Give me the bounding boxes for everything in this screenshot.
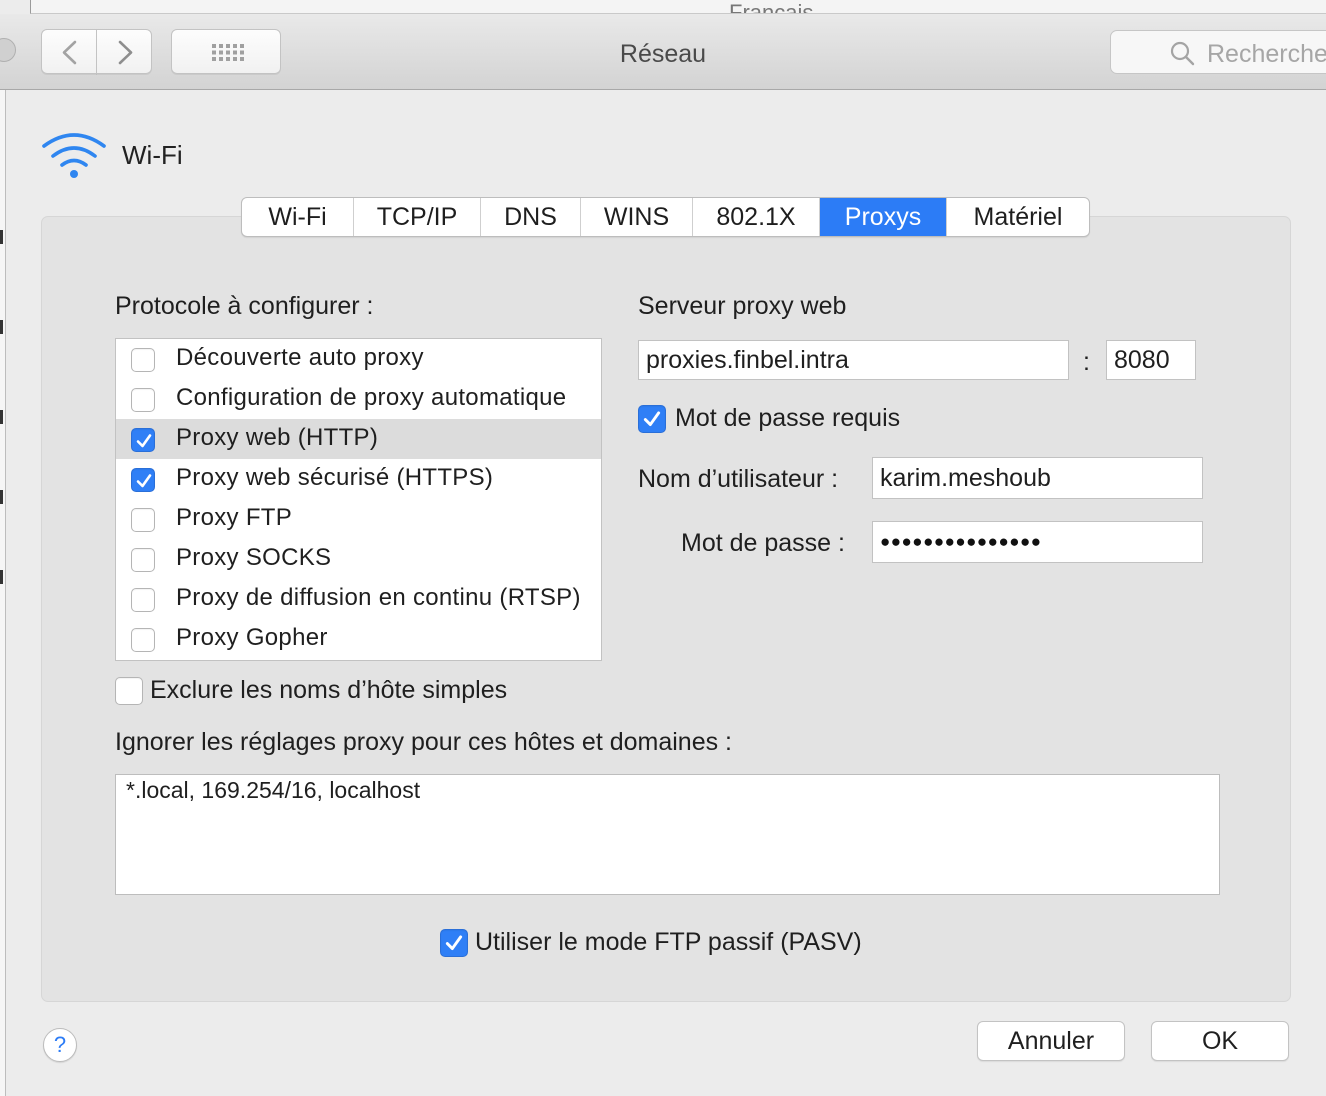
checkmark-icon <box>445 935 463 950</box>
tab-wins[interactable]: WINS <box>581 198 693 236</box>
interface-name: Wi-Fi <box>122 140 183 170</box>
bypass-label: Ignorer les réglages proxy pour ces hôte… <box>115 728 733 756</box>
help-button[interactable]: ? <box>43 1028 77 1062</box>
protocol-label: Proxy de diffusion en continu (RTSP) <box>176 584 581 611</box>
exclude-simple-label: Exclure les noms d’hôte simples <box>150 676 508 704</box>
edge-mark <box>0 570 3 584</box>
password-label: Mot de passe : <box>681 529 845 557</box>
background-window-edge <box>0 90 6 1096</box>
password-field[interactable]: ●●●●●●●●●●●●●●● <box>872 521 1203 563</box>
checkmark-icon <box>643 411 661 426</box>
protocol-label: Proxy web sécurisé (HTTPS) <box>176 464 494 491</box>
edge-mark <box>0 490 3 504</box>
exclude-simple-checkbox[interactable] <box>115 677 143 705</box>
protocol-list[interactable]: Découverte auto proxy Configuration de p… <box>115 338 602 661</box>
tab-materiel[interactable]: Matériel <box>947 198 1089 236</box>
passive-ftp-checkbox[interactable] <box>440 929 468 957</box>
password-required-checkbox[interactable] <box>638 405 666 433</box>
username-label: Nom d’utilisateur : <box>638 465 839 493</box>
cancel-button[interactable]: Annuler <box>977 1021 1125 1061</box>
checkmark-icon <box>136 434 152 448</box>
search-field[interactable]: Recherche <box>1110 30 1326 74</box>
edge-mark <box>0 410 3 424</box>
protocols-heading: Protocole à configurer : <box>115 292 374 320</box>
protocol-item-socks[interactable]: Proxy SOCKS <box>116 539 601 579</box>
protocol-item-rtsp[interactable]: Proxy de diffusion en continu (RTSP) <box>116 579 601 619</box>
search-icon <box>1170 41 1195 66</box>
tab-proxys[interactable]: Proxys <box>820 198 947 236</box>
proxy-host-field[interactable]: proxies.finbel.intra <box>638 340 1069 380</box>
bypass-value: *.local, 169.254/16, localhost <box>126 777 421 803</box>
bypass-textarea[interactable]: *.local, 169.254/16, localhost <box>115 774 1220 895</box>
protocol-item-auto-discovery[interactable]: Découverte auto proxy <box>116 339 601 379</box>
tab-tcpip[interactable]: TCP/IP <box>354 198 481 236</box>
ok-button[interactable]: OK <box>1151 1021 1289 1061</box>
tab-dns[interactable]: DNS <box>481 198 581 236</box>
protocol-label: Configuration de proxy automatique <box>176 384 567 411</box>
port-separator: : <box>1083 348 1090 376</box>
protocol-label: Proxy FTP <box>176 504 293 531</box>
checkbox-checked[interactable] <box>131 428 155 452</box>
checkbox[interactable] <box>131 588 155 612</box>
edge-mark <box>0 230 3 244</box>
background-window-title: Français <box>729 0 814 14</box>
server-heading: Serveur proxy web <box>638 292 847 320</box>
checkbox[interactable] <box>131 628 155 652</box>
tab-wifi[interactable]: Wi-Fi <box>242 198 354 236</box>
protocol-item-gopher[interactable]: Proxy Gopher <box>116 619 601 659</box>
protocol-item-ftp[interactable]: Proxy FTP <box>116 499 601 539</box>
protocol-label: Découverte auto proxy <box>176 344 424 371</box>
edge-mark <box>0 320 3 334</box>
protocol-item-http[interactable]: Proxy web (HTTP) <box>116 419 601 459</box>
checkbox-checked[interactable] <box>131 468 155 492</box>
wifi-icon <box>42 133 106 178</box>
protocol-item-auto-config[interactable]: Configuration de proxy automatique <box>116 379 601 419</box>
background-window: Français <box>30 0 1326 14</box>
search-placeholder: Recherche <box>1207 40 1326 68</box>
protocol-label: Proxy Gopher <box>176 624 328 651</box>
proxy-port-field[interactable]: 8080 <box>1106 340 1196 380</box>
passive-ftp-label: Utiliser le mode FTP passif (PASV) <box>475 928 862 956</box>
protocol-label: Proxy SOCKS <box>176 544 332 571</box>
checkmark-icon <box>136 474 152 488</box>
protocol-label: Proxy web (HTTP) <box>176 424 379 451</box>
checkbox[interactable] <box>131 388 155 412</box>
password-required-label: Mot de passe requis <box>675 404 901 432</box>
checkbox[interactable] <box>131 348 155 372</box>
username-field[interactable]: karim.meshoub <box>872 457 1203 499</box>
checkbox[interactable] <box>131 508 155 532</box>
tab-bar: Wi-Fi TCP/IP DNS WINS 802.1X Proxys Maté… <box>241 197 1090 237</box>
toolbar: Réseau Recherche <box>0 14 1326 90</box>
tab-8021x[interactable]: 802.1X <box>693 198 820 236</box>
checkbox[interactable] <box>131 548 155 572</box>
protocol-item-https[interactable]: Proxy web sécurisé (HTTPS) <box>116 459 601 499</box>
